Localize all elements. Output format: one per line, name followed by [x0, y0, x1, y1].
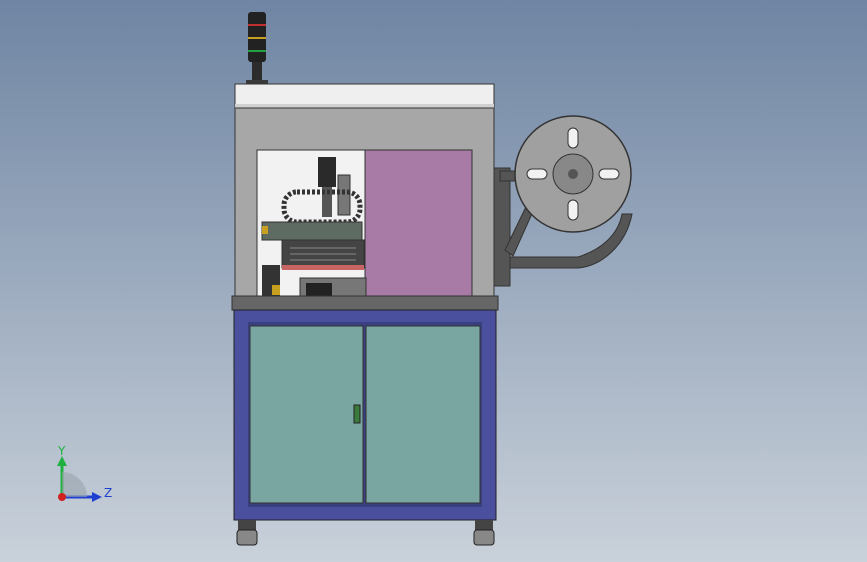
magenta-panel [364, 149, 473, 298]
cabinet-door-right[interactable] [365, 325, 481, 504]
axis-z-label: Z [104, 486, 112, 500]
table-top [231, 295, 499, 311]
axis-y-label: Y [57, 444, 66, 458]
caster-right [473, 520, 495, 546]
lower-cabinet [233, 309, 497, 521]
door-handle[interactable] [353, 404, 361, 424]
caster-left [236, 520, 258, 546]
reel-bracket-plate [493, 167, 511, 287]
cad-viewport: Y Z [0, 0, 867, 562]
cabinet-door-left[interactable] [249, 325, 364, 504]
